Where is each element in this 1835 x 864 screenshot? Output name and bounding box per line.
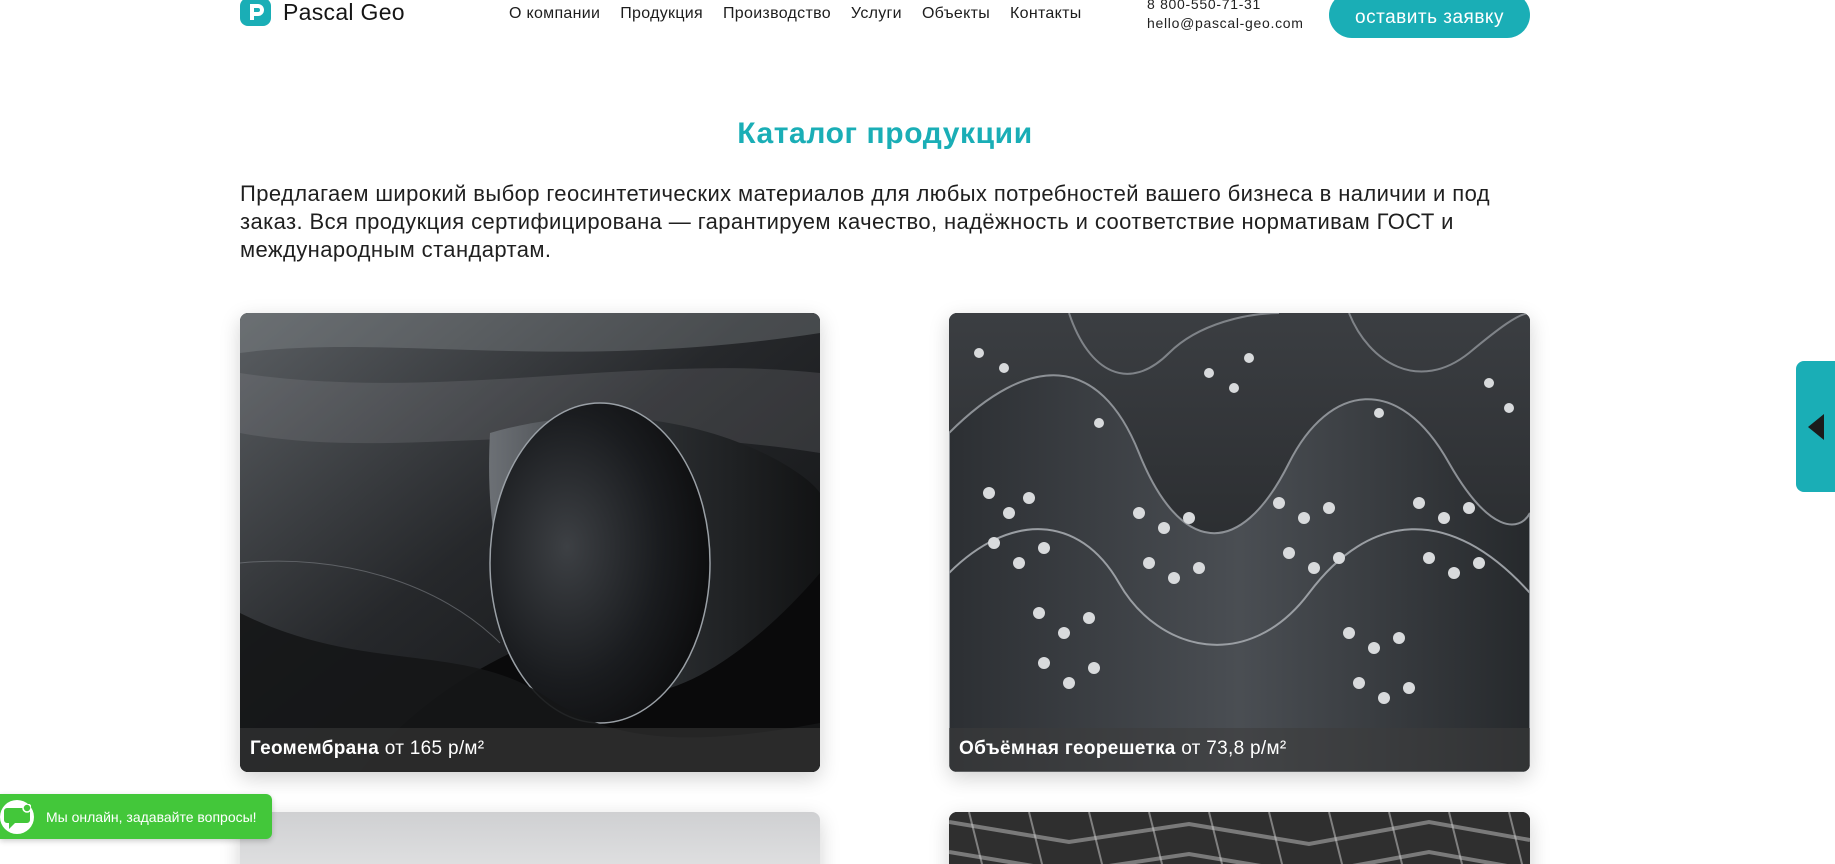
online-chat-widget[interactable]: Мы онлайн, задавайте вопросы! bbox=[0, 794, 272, 839]
nav-item-objects[interactable]: Объекты bbox=[922, 5, 990, 23]
nav-item-production[interactable]: Производство bbox=[723, 5, 831, 23]
pascal-p-logo-icon bbox=[240, 0, 271, 26]
logo[interactable]: Pascal Geo bbox=[240, 0, 405, 26]
product-price: от 165 р/м² bbox=[384, 738, 485, 759]
product-card-geomembrane[interactable]: Геомембрана от 165 р/м² bbox=[240, 313, 820, 772]
product-card-partial-1[interactable] bbox=[240, 812, 820, 864]
product-card-partial-2[interactable] bbox=[949, 812, 1530, 864]
product-caption: Объёмная георешетка от 73,8 р/м² bbox=[949, 728, 1530, 772]
catalog-title: Каталог продукции bbox=[737, 117, 1033, 150]
chat-text: Мы онлайн, задавайте вопросы! bbox=[46, 808, 257, 825]
product-name: Геомембрана bbox=[250, 738, 380, 759]
phone-link[interactable]: 8 800-550-71-31 bbox=[1147, 0, 1304, 14]
product-caption: Геомембрана от 165 р/м² bbox=[240, 728, 820, 772]
product-name: Объёмная георешетка bbox=[959, 738, 1176, 759]
site-header: Pascal Geo О компании Продукция Производ… bbox=[0, 0, 1835, 50]
nav-item-services[interactable]: Услуги bbox=[851, 5, 902, 23]
product-price: от 73,8 р/м² bbox=[1181, 738, 1287, 759]
side-panel-tab[interactable] bbox=[1796, 361, 1835, 492]
geomembrane-image bbox=[240, 313, 820, 772]
logo-text: Pascal Geo bbox=[283, 0, 405, 25]
catalog-intro: Предлагаем широкий выбор геосинтетически… bbox=[240, 181, 1490, 262]
email-link[interactable]: hello@pascal-geo.com bbox=[1147, 14, 1304, 33]
product-card-geogrid[interactable]: Объёмная георешетка от 73,8 р/м² bbox=[949, 313, 1530, 772]
main-nav: О компании Продукция Производство Услуги… bbox=[509, 5, 1082, 23]
leave-request-button[interactable]: оставить заявку bbox=[1329, 0, 1530, 38]
chat-bubble-icon bbox=[0, 799, 34, 834]
nav-item-products[interactable]: Продукция bbox=[620, 5, 703, 23]
woven-material-image bbox=[949, 812, 1530, 864]
header-contacts: 8 800-550-71-31 hello@pascal-geo.com bbox=[1147, 0, 1304, 33]
triangle-left-icon bbox=[1807, 413, 1824, 440]
nav-item-contacts[interactable]: Контакты bbox=[1010, 5, 1082, 23]
nav-item-company[interactable]: О компании bbox=[509, 5, 600, 23]
geogrid-image bbox=[949, 313, 1530, 772]
